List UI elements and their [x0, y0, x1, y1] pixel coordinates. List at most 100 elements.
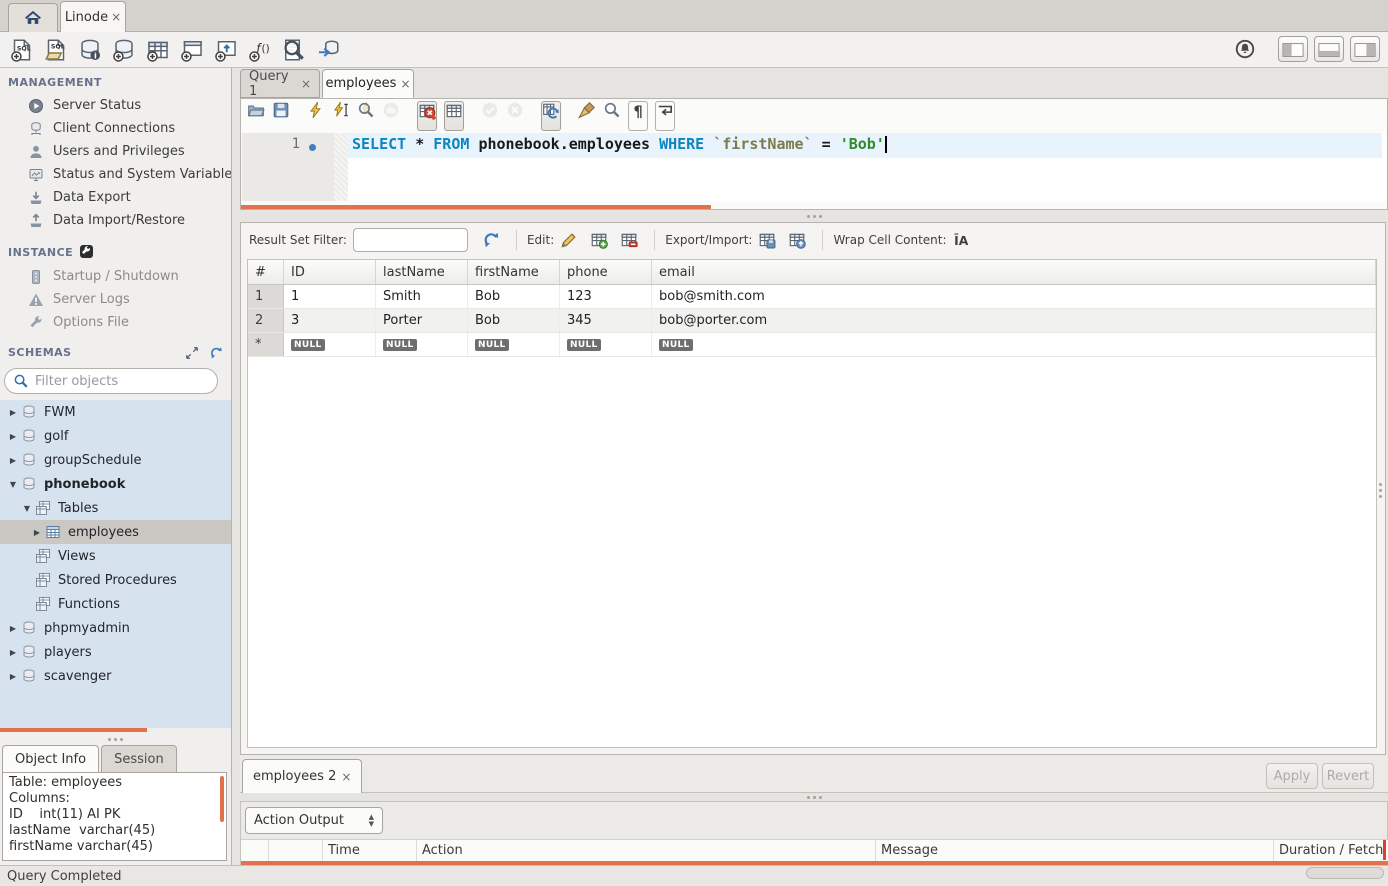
sidebar-item-data-import-restore[interactable]: Data Import/Restore: [0, 209, 231, 232]
table-cell[interactable]: 3: [284, 309, 376, 332]
sidebar-item-server-logs[interactable]: Server Logs: [0, 288, 231, 311]
schema-filter-input[interactable]: [35, 374, 209, 389]
add-row-icon[interactable]: [588, 229, 610, 251]
bolt-cursor-button[interactable]: [332, 101, 350, 131]
tree-item-stored-procedures[interactable]: Stored Procedures: [0, 568, 231, 592]
rollback-x-button[interactable]: [506, 101, 524, 131]
sidebar-item-startup-shutdown[interactable]: Startup / Shutdown: [0, 265, 231, 288]
output-column-time[interactable]: Time: [323, 840, 417, 861]
tab-object-info[interactable]: Object Info: [2, 745, 99, 772]
table-cell[interactable]: Smith: [376, 285, 468, 308]
magnifier-button[interactable]: [603, 101, 621, 131]
sidebar-item-server-status[interactable]: Server Status: [0, 94, 231, 117]
output-column-duration-fetch[interactable]: Duration / Fetch: [1274, 840, 1388, 861]
editor-hscrollbar[interactable]: [241, 205, 711, 209]
table-cell[interactable]: bob@smith.com: [652, 285, 1376, 308]
notification-icon[interactable]: [1232, 36, 1258, 62]
output-splitter[interactable]: [240, 793, 1388, 801]
table-cell[interactable]: NULL: [468, 333, 560, 356]
chevron-right-icon[interactable]: ▶: [6, 672, 20, 681]
apply-button[interactable]: Apply: [1266, 763, 1318, 789]
table-cell[interactable]: 1: [284, 285, 376, 308]
output-column-blank-1[interactable]: [269, 840, 323, 861]
sidebar-item-users-and-privileges[interactable]: Users and Privileges: [0, 140, 231, 163]
sidebar-item-client-connections[interactable]: Client Connections: [0, 117, 231, 140]
chevron-right-icon[interactable]: ▶: [30, 528, 44, 537]
refresh-schemas-icon[interactable]: [209, 346, 223, 360]
sql-statement[interactable]: SELECT * FROM phonebook.employees WHERE …: [348, 133, 1386, 153]
tree-item-views[interactable]: Views: [0, 544, 231, 568]
table-cell[interactable]: Porter: [376, 309, 468, 332]
editor-result-splitter[interactable]: [240, 210, 1388, 222]
autocommit-button[interactable]: [541, 101, 561, 131]
output-type-select[interactable]: Action Output ▲▼: [245, 807, 383, 834]
expand-schemas-icon[interactable]: [185, 346, 199, 360]
tab-query-1[interactable]: Query 1×: [240, 69, 320, 98]
explain-button[interactable]: [357, 101, 375, 131]
chevron-right-icon[interactable]: ▶: [6, 408, 20, 417]
subtab-employees-2[interactable]: employees 2×: [242, 759, 362, 793]
tree-item-players[interactable]: ▶players: [0, 640, 231, 664]
column-header-lastName[interactable]: lastName: [376, 260, 468, 284]
commit-check-button[interactable]: [481, 101, 499, 131]
toggle-left-panel-button[interactable]: [1278, 36, 1308, 62]
tree-item-employees[interactable]: ▶employees: [0, 520, 231, 544]
chevron-right-icon[interactable]: ▶: [6, 432, 20, 441]
column-header-email[interactable]: email: [652, 260, 1376, 284]
edit-record-icon[interactable]: [558, 229, 580, 251]
db-info-button[interactable]: i: [78, 38, 102, 62]
table-cell[interactable]: NULL: [560, 333, 652, 356]
tree-item-groupschedule[interactable]: ▶groupSchedule: [0, 448, 231, 472]
tree-item-tables[interactable]: ▼Tables: [0, 496, 231, 520]
close-tab-icon[interactable]: ×: [301, 77, 311, 91]
close-tab-icon[interactable]: ×: [341, 770, 351, 784]
table-row[interactable]: 11SmithBob123bob@smith.com: [248, 285, 1376, 309]
output-column-message[interactable]: Message: [876, 840, 1274, 861]
revert-button[interactable]: Revert: [1322, 763, 1374, 789]
tree-item-phpmyadmin[interactable]: ▶phpmyadmin: [0, 616, 231, 640]
toggle-bottom-panel-button[interactable]: [1314, 36, 1344, 62]
table-inspector-button[interactable]: [282, 38, 306, 62]
limit-grid-button[interactable]: [444, 101, 464, 131]
tree-item-functions[interactable]: Functions: [0, 592, 231, 616]
create-routine-button[interactable]: [214, 38, 238, 62]
sidebar-item-data-export[interactable]: Data Export: [0, 186, 231, 209]
column-header-rownum[interactable]: #: [248, 260, 284, 284]
home-tab[interactable]: [8, 3, 58, 32]
sidebar-splitter[interactable]: [0, 734, 231, 744]
table-cell[interactable]: NULL: [652, 333, 1376, 356]
chevron-right-icon[interactable]: ▶: [6, 648, 20, 657]
sidebar-item-status-and-system-variables[interactable]: Status and System Variables: [0, 163, 231, 186]
data-migration-button[interactable]: [316, 38, 340, 62]
save-button[interactable]: [272, 101, 290, 131]
tab-session[interactable]: Session: [101, 745, 177, 772]
create-table-button[interactable]: [146, 38, 170, 62]
table-row[interactable]: 23PorterBob345bob@porter.com: [248, 309, 1376, 333]
refresh-resultset-icon[interactable]: [480, 229, 502, 251]
table-cell[interactable]: Bob: [468, 309, 560, 332]
table-cell[interactable]: NULL: [284, 333, 376, 356]
column-header-phone[interactable]: phone: [560, 260, 652, 284]
wrap-cell-content-icon[interactable]: ĪA: [951, 229, 973, 251]
column-header-firstName[interactable]: firstName: [468, 260, 560, 284]
tree-hscrollbar[interactable]: [0, 728, 147, 732]
stop-hand-button[interactable]: [382, 101, 400, 131]
tab-employees[interactable]: employees×: [322, 69, 414, 98]
chevron-down-icon[interactable]: ▼: [20, 504, 34, 513]
schema-filter[interactable]: [4, 368, 218, 394]
chevron-right-icon[interactable]: ▶: [6, 456, 20, 465]
stop-on-error-button[interactable]: [417, 101, 437, 131]
output-column-action[interactable]: Action: [417, 840, 876, 861]
broom-button[interactable]: [578, 101, 596, 131]
folder-open-button[interactable]: [247, 101, 265, 131]
tree-item-fwm[interactable]: ▶FWM: [0, 400, 231, 424]
create-schema-button[interactable]: [112, 38, 136, 62]
tree-item-phonebook[interactable]: ▼phonebook: [0, 472, 231, 496]
tree-item-golf[interactable]: ▶golf: [0, 424, 231, 448]
table-cell[interactable]: 345: [560, 309, 652, 332]
open-sql-file-button[interactable]: SQL: [44, 38, 68, 62]
close-tab-icon[interactable]: ×: [111, 10, 121, 24]
table-cell[interactable]: NULL: [376, 333, 468, 356]
table-cell[interactable]: Bob: [468, 285, 560, 308]
result-filter-input[interactable]: [353, 228, 468, 252]
